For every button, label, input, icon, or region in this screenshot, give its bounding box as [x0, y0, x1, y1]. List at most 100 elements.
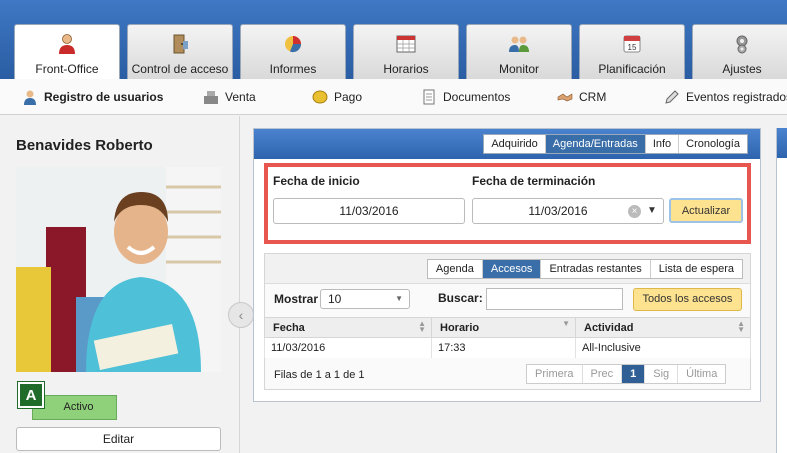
- calendar-grid-icon: [396, 35, 416, 53]
- tab-agenda-entradas[interactable]: Agenda/Entradas: [545, 135, 646, 153]
- tab-control-de-acceso[interactable]: Control de acceso: [127, 24, 233, 79]
- menu-eventos-registrados[interactable]: Eventos registrados: [664, 87, 787, 107]
- chevron-down-icon[interactable]: ▼: [647, 205, 657, 216]
- pie-chart-icon: [285, 36, 302, 53]
- current-page-button[interactable]: 1: [622, 365, 646, 383]
- end-date-label: Fecha de terminación: [472, 174, 596, 188]
- secondary-panel: [776, 128, 787, 453]
- tab-label: Monitor: [498, 62, 539, 76]
- search-label: Buscar:: [438, 291, 483, 305]
- tab-front-office[interactable]: Front-Office: [14, 24, 120, 79]
- first-page-button[interactable]: Primera: [527, 365, 583, 383]
- user-icon: [24, 90, 36, 105]
- door-icon: [173, 34, 188, 54]
- column-label: Actividad: [584, 321, 634, 334]
- panel-header: Adquirido Agenda/Entradas Info Cronologí…: [254, 129, 760, 159]
- tab-ajustes[interactable]: Ajustes: [692, 24, 787, 79]
- menu-documentos[interactable]: Documentos: [421, 87, 510, 107]
- tab-label: Ajustes: [722, 62, 762, 76]
- tab-monitor[interactable]: Monitor: [466, 24, 572, 79]
- menu-venta[interactable]: Venta: [203, 87, 256, 107]
- tab-label: Control de acceso: [131, 62, 229, 76]
- tab-label: Planificación: [598, 62, 666, 76]
- tab-label: Informes: [269, 62, 317, 76]
- calendar-icon: 15: [623, 35, 641, 53]
- member-name: Benavides Roberto: [16, 137, 153, 154]
- prev-page-button[interactable]: Prec: [583, 365, 623, 383]
- column-header-horario[interactable]: Horario ▼: [431, 317, 576, 338]
- tab-cronologia[interactable]: Cronología: [679, 135, 747, 153]
- tab-adquirido[interactable]: Adquirido: [484, 135, 546, 153]
- person-icon: [59, 34, 75, 54]
- tab-horarios[interactable]: Horarios: [353, 24, 459, 79]
- next-page-button[interactable]: Sig: [645, 365, 679, 383]
- menu-label: Documentos: [443, 90, 511, 104]
- cell-actividad: All-Inclusive: [575, 337, 751, 358]
- sub-tabs: Agenda Accesos Entradas restantes Lista …: [426, 259, 743, 279]
- sub-tabs-row: Agenda Accesos Entradas restantes Lista …: [265, 254, 750, 284]
- pencil-icon: [665, 90, 679, 104]
- start-date-input[interactable]: 11/03/2016: [273, 198, 465, 224]
- table-row[interactable]: 11/03/2016 17:33 All-Inclusive: [264, 337, 751, 358]
- all-access-button[interactable]: Todos los accesos: [633, 288, 742, 311]
- sort-icon: ▲ ▼: [737, 319, 745, 334]
- panel-tabs: Adquirido Agenda/Entradas Info Cronologí…: [483, 134, 748, 154]
- last-page-button[interactable]: Última: [678, 365, 725, 383]
- chevron-down-icon: ▼: [395, 294, 403, 303]
- pagination-summary: Filas de 1 a 1 de 1: [274, 369, 365, 381]
- column-label: Fecha: [273, 321, 305, 334]
- menu-registro-de-usuarios[interactable]: Registro de usuarios: [22, 87, 163, 107]
- membership-badge: A: [17, 381, 45, 409]
- menu-label: CRM: [579, 90, 607, 104]
- column-label: Horario: [440, 321, 480, 334]
- tab-info[interactable]: Info: [646, 135, 680, 153]
- handshake-icon: [557, 93, 573, 102]
- menu-label: Eventos registrados: [686, 90, 787, 104]
- main-nav-bar: Front-Office Control de acceso Informes …: [0, 0, 787, 79]
- coin-icon: [312, 90, 328, 104]
- start-date-label: Fecha de inicio: [273, 174, 360, 188]
- column-header-fecha[interactable]: Fecha ▲ ▼: [264, 317, 432, 338]
- tab-accesos[interactable]: Accesos: [482, 260, 542, 278]
- clear-icon[interactable]: ×: [628, 205, 641, 218]
- collapse-panel-button[interactable]: ‹: [228, 302, 254, 328]
- member-panel: Benavides Roberto Activo A Editar: [0, 116, 240, 453]
- cell-fecha: 11/03/2016: [264, 337, 432, 358]
- tab-label: Front-Office: [35, 62, 99, 76]
- member-photo: [16, 167, 221, 372]
- menu-pago[interactable]: Pago: [312, 87, 362, 107]
- agenda-panel: Adquirido Agenda/Entradas Info Cronologí…: [253, 128, 761, 402]
- cash-register-icon: [204, 91, 218, 104]
- gears-icon: [736, 35, 748, 54]
- menu-label: Pago: [334, 90, 363, 104]
- menu-label: Registro de usuarios: [44, 90, 164, 104]
- update-button[interactable]: Actualizar: [669, 198, 743, 223]
- tab-lista-de-espera[interactable]: Lista de espera: [651, 260, 742, 278]
- chevron-left-icon: ‹: [238, 307, 244, 323]
- secondary-panel-header: [777, 128, 787, 158]
- tab-informes[interactable]: Informes: [240, 24, 346, 79]
- tab-agenda[interactable]: Agenda: [428, 260, 483, 278]
- search-input[interactable]: [486, 288, 623, 310]
- show-label: Mostrar: [274, 292, 319, 306]
- status-badge: Activo: [32, 395, 117, 420]
- access-table: Fecha ▲ ▼ Horario ▼ Actividad ▲ ▼ 11/03/2016 …: [264, 317, 751, 358]
- svg-text:15: 15: [628, 43, 637, 52]
- sort-icon: ▼: [562, 319, 570, 328]
- document-icon: [423, 89, 435, 105]
- cell-horario: 17:33: [431, 337, 576, 358]
- page-size-value: 10: [328, 292, 342, 306]
- sort-icon: ▲ ▼: [418, 319, 426, 334]
- group-icon: [509, 36, 529, 52]
- menu-crm[interactable]: CRM: [557, 87, 606, 107]
- column-header-actividad[interactable]: Actividad ▲ ▼: [575, 317, 751, 338]
- edit-button[interactable]: Editar: [16, 427, 221, 451]
- page-size-select[interactable]: 10 ▼: [320, 289, 410, 309]
- tab-planificacion[interactable]: 15 Planificación: [579, 24, 685, 79]
- menu-label: Venta: [225, 90, 256, 104]
- sub-menu-bar: Registro de usuarios Venta Pago Document…: [0, 79, 787, 115]
- date-filter-box: Fecha de inicio 11/03/2016 Fecha de term…: [264, 163, 751, 244]
- pagination: Primera Prec 1 Sig Última: [526, 364, 727, 384]
- tab-label: Horarios: [383, 62, 429, 76]
- tab-entradas-restantes[interactable]: Entradas restantes: [541, 260, 651, 278]
